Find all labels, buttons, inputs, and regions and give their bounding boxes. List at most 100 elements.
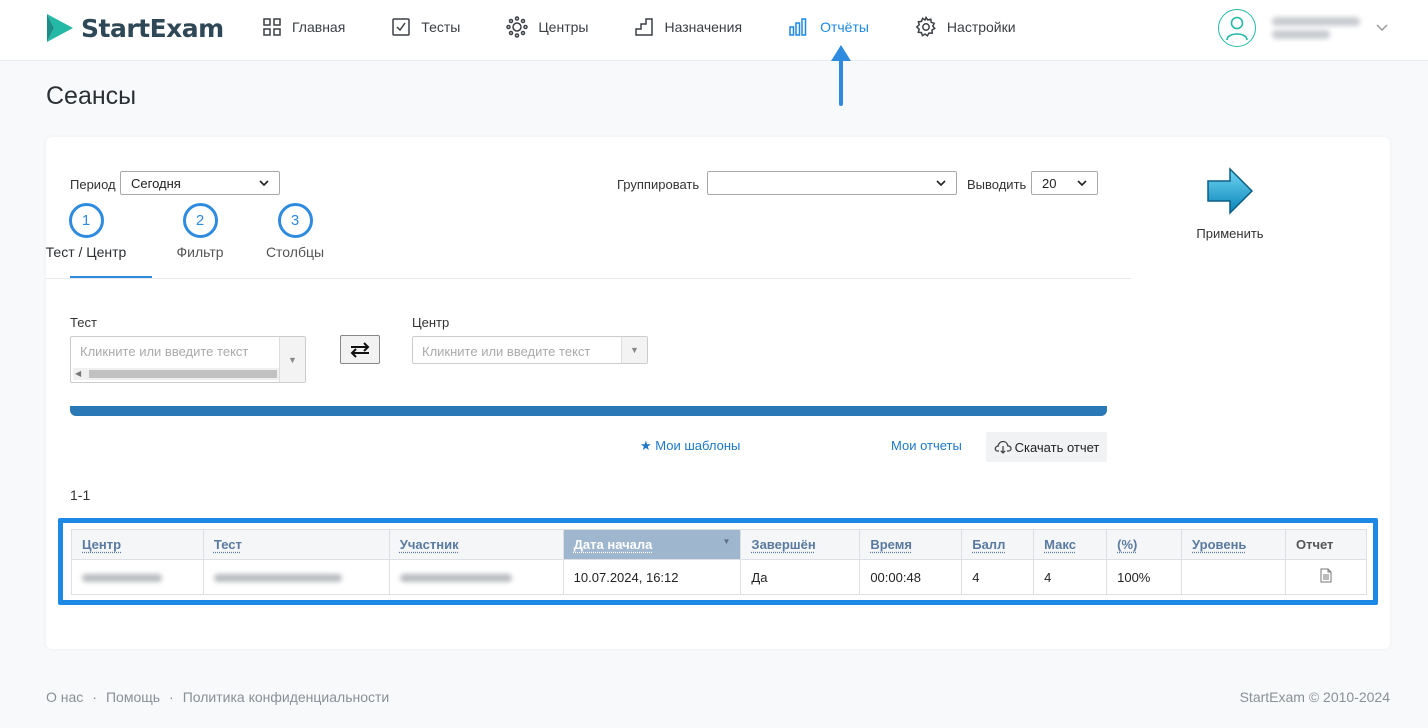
- horizontal-scrollbar[interactable]: ◀: [73, 368, 279, 380]
- nav-item-centers[interactable]: Центры: [506, 0, 588, 54]
- col-score[interactable]: Балл: [961, 529, 1035, 560]
- footer-privacy-link[interactable]: Политика конфиденциальности: [183, 689, 390, 705]
- header-label: Балл: [972, 537, 1006, 552]
- test-combobox[interactable]: Кликните или введите текст ▼ ◀: [70, 336, 306, 383]
- col-level[interactable]: Уровень: [1181, 529, 1286, 560]
- show-select[interactable]: 20: [1031, 171, 1098, 195]
- gear-icon: [915, 16, 936, 37]
- cell-finished: Да: [740, 559, 861, 595]
- cell-start-date: 10.07.2024, 16:12: [562, 559, 742, 595]
- results-table: Центр Тест Участник Дата начала ▼ Заверш…: [71, 529, 1368, 595]
- arrow-right-icon: [1207, 167, 1254, 215]
- tabs-divider: [46, 278, 1131, 279]
- page-title: Сеансы: [46, 82, 137, 110]
- test-placeholder: Кликните или введите текст: [80, 344, 249, 359]
- group-label: Группировать: [617, 177, 700, 192]
- header-label: (%): [1117, 537, 1138, 552]
- col-report: Отчет: [1284, 529, 1368, 560]
- nav-item-home[interactable]: Главная: [262, 0, 345, 54]
- col-test[interactable]: Тест: [202, 529, 390, 560]
- header-label: Участник: [399, 537, 459, 552]
- apply-label: Применить: [1196, 226, 1264, 241]
- scrollbar-thumb[interactable]: [89, 370, 277, 378]
- chevron-down-icon: [1077, 180, 1087, 186]
- download-report-button[interactable]: Скачать отчет: [986, 432, 1107, 462]
- center-placeholder: Кликните или введите текст: [422, 344, 591, 359]
- nav-item-settings[interactable]: Настройки: [915, 0, 1016, 54]
- grid-icon: [263, 18, 281, 36]
- step-label: Тест / Центр: [45, 244, 127, 260]
- progress-bar: [70, 406, 1107, 416]
- center-combobox[interactable]: Кликните или введите текст ▼: [412, 336, 648, 364]
- header-label: Уровень: [1192, 537, 1247, 552]
- swap-button[interactable]: [340, 335, 380, 364]
- group-select[interactable]: [707, 171, 957, 195]
- nav-item-reports[interactable]: Отчёты: [788, 0, 869, 54]
- report-card: Период Сегодня Группировать Выводить 20 …: [46, 137, 1390, 649]
- my-reports-link[interactable]: Мои отчеты: [891, 438, 962, 453]
- cell-percent: 100%: [1106, 559, 1183, 595]
- stairs-icon: [635, 18, 654, 36]
- avatar: [1218, 9, 1256, 47]
- col-center[interactable]: Центр: [71, 529, 204, 560]
- main-nav: Главная Тесты Центры Назначения Отчёты Н…: [262, 0, 1062, 61]
- startexam-logo[interactable]: StartExam: [45, 12, 224, 44]
- cloud-download-icon: [994, 440, 1012, 454]
- header-label: Дата начала: [573, 537, 653, 552]
- user-name-redacted: [1272, 13, 1360, 43]
- user-icon: [1226, 16, 1248, 41]
- test-field-label: Тест: [70, 315, 97, 330]
- step-number: 1: [68, 203, 104, 238]
- col-time[interactable]: Время: [859, 529, 963, 560]
- header-label: Тест: [213, 537, 242, 552]
- footer-copyright: StartExam © 2010-2024: [1239, 689, 1390, 705]
- sort-desc-icon: ▼: [722, 537, 731, 546]
- document-icon[interactable]: [1320, 568, 1332, 583]
- cell-score: 4: [961, 559, 1035, 595]
- nav-label: Настройки: [946, 19, 1016, 35]
- center-field-label: Центр: [412, 315, 450, 330]
- dropdown-toggle[interactable]: ▼: [279, 337, 305, 382]
- nav-item-assignments[interactable]: Назначения: [634, 0, 742, 54]
- nav-label: Центры: [538, 19, 589, 35]
- cell-max: 4: [1033, 559, 1108, 595]
- results-range: 1-1: [70, 487, 91, 503]
- apply-button[interactable]: Применить: [1186, 165, 1274, 241]
- annotation-arrowhead-icon: [831, 45, 851, 61]
- download-label: Скачать отчет: [1014, 439, 1100, 455]
- tab-filter[interactable]: 2 Фильтр: [150, 203, 250, 260]
- tab-columns[interactable]: 3 Столбцы: [245, 203, 345, 260]
- col-max[interactable]: Макс: [1033, 529, 1108, 560]
- show-label: Выводить: [967, 177, 1027, 192]
- footer-help-link[interactable]: Помощь: [106, 689, 160, 705]
- step-number: 3: [277, 203, 313, 238]
- logo-text: StartExam: [81, 13, 224, 43]
- col-percent[interactable]: (%): [1106, 529, 1183, 560]
- my-templates-link[interactable]: ★ Мои шаблоны: [640, 438, 740, 454]
- tab-test-center[interactable]: 1 Тест / Центр: [36, 203, 136, 260]
- dropdown-toggle[interactable]: ▼: [621, 337, 647, 363]
- col-finished[interactable]: Завершён: [740, 529, 861, 560]
- col-start-date[interactable]: Дата начала ▼: [562, 529, 742, 560]
- checkbox-icon: [392, 18, 411, 36]
- show-select-value: 20: [1042, 175, 1057, 191]
- header-label: Макс: [1044, 537, 1076, 552]
- col-participant[interactable]: Участник: [388, 529, 564, 560]
- cell-center-redacted: [71, 559, 204, 595]
- nav-item-tests[interactable]: Тесты: [391, 0, 460, 54]
- user-menu[interactable]: [1218, 9, 1388, 47]
- step-number: 2: [182, 203, 218, 238]
- step-label: Фильтр: [176, 244, 224, 260]
- cell-participant-redacted: [388, 559, 564, 595]
- sun-icon: [506, 16, 529, 38]
- footer-separator: ·: [92, 689, 97, 705]
- header-label: Время: [870, 537, 912, 552]
- step-label: Столбцы: [265, 244, 325, 260]
- period-select-value: Сегодня: [131, 175, 181, 191]
- header-label: Отчет: [1295, 537, 1334, 552]
- period-select[interactable]: Сегодня: [120, 171, 280, 195]
- scroll-left-icon: ◀: [75, 369, 82, 378]
- footer-about-link[interactable]: О нас: [46, 689, 83, 705]
- bar-chart-icon: [789, 18, 807, 36]
- footer-links: О нас · Помощь · Политика конфиденциальности: [46, 689, 389, 705]
